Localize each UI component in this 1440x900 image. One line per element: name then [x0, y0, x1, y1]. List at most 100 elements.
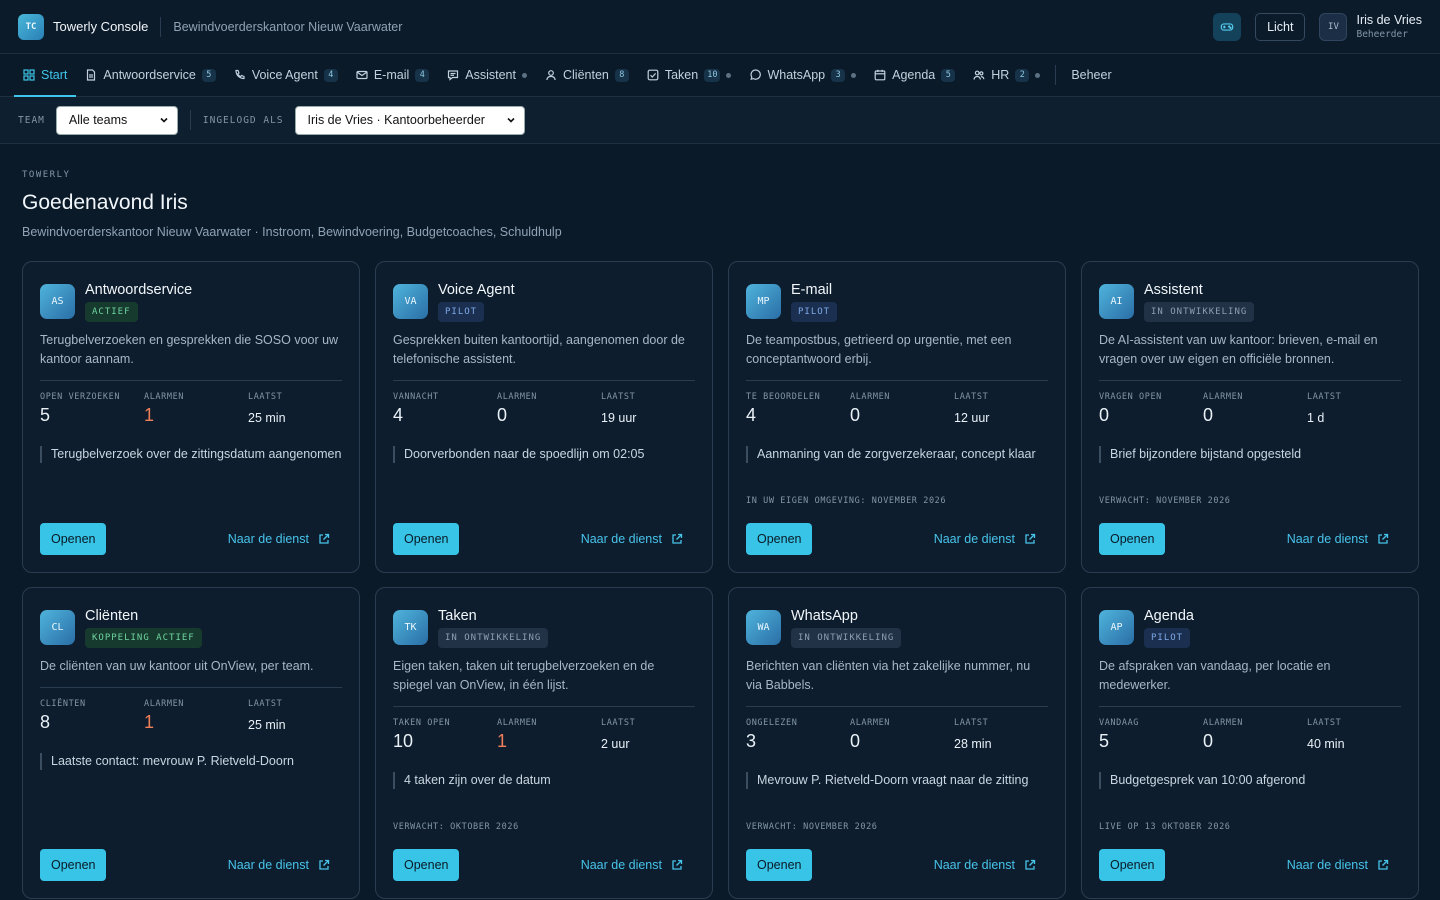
- link-label: Naar de dienst: [227, 858, 309, 872]
- status-badge: ACTIEF: [85, 302, 138, 322]
- divider: [1099, 706, 1401, 707]
- alarm-value: 0: [1203, 731, 1214, 751]
- external-link-icon: [672, 859, 683, 870]
- service-card: AI Assistent IN ONTWIKKELING De AI-assis…: [1081, 261, 1419, 573]
- open-button[interactable]: Openen: [40, 523, 107, 555]
- tab-label: Voice Agent: [251, 68, 318, 82]
- last-label: LAATST: [1307, 718, 1342, 728]
- go-to-service-link[interactable]: Naar de dienst: [581, 858, 683, 872]
- count-badge: 4: [415, 68, 430, 82]
- go-to-service-link[interactable]: Naar de dienst: [228, 858, 330, 872]
- tab-start[interactable]: Start: [14, 54, 77, 97]
- go-to-service-link[interactable]: Naar de dienst: [228, 532, 330, 546]
- stat-label: TAKEN OPEN: [393, 718, 451, 728]
- open-button[interactable]: Openen: [40, 849, 107, 881]
- stat-label: CLIËNTEN: [40, 699, 86, 709]
- external-link-icon: [1378, 533, 1389, 544]
- go-to-service-link[interactable]: Naar de dienst: [934, 532, 1036, 546]
- go-to-service-link[interactable]: Naar de dienst: [1287, 532, 1389, 546]
- main-content: TOWERLY Goedenavond Iris Bewindvoerdersk…: [0, 144, 1440, 899]
- service-card: CL Cliënten KOPPELING ACTIEF De cliënten…: [22, 587, 360, 899]
- team-select[interactable]: Alle teams: [55, 105, 178, 135]
- tab-hr[interactable]: HR 2: [964, 54, 1049, 96]
- login-label: INGELOGD ALS: [202, 114, 284, 126]
- login-as-select[interactable]: Iris de Vries · Kantoorbeheerder: [294, 105, 525, 135]
- service-title: Taken: [438, 608, 477, 624]
- app-logo[interactable]: TC: [18, 13, 44, 40]
- whatsapp-icon: [750, 69, 762, 81]
- service-description: De cliënten van uw kantoor uit OnView, p…: [40, 659, 314, 673]
- status-dot: [1035, 72, 1041, 78]
- service-tile: AS: [40, 284, 75, 319]
- service-card: AP Agenda PILOT De afspraken van vandaag…: [1081, 587, 1419, 899]
- external-link-icon: [672, 533, 683, 544]
- avatar[interactable]: IV: [1319, 12, 1348, 41]
- last-value: 25 min: [248, 411, 286, 425]
- stats-row: VANNACHT 4 ALARMEN 0 LAATST 19 uur: [393, 392, 695, 426]
- divider: [160, 16, 162, 37]
- latest-activity: Brief bijzondere bijstand opgesteld: [1099, 446, 1401, 463]
- link-label: Naar de dienst: [580, 858, 662, 872]
- go-to-service-link[interactable]: Naar de dienst: [581, 532, 683, 546]
- service-description: De AI-assistent van uw kantoor: brieven,…: [1099, 333, 1378, 366]
- service-title: Assistent: [1144, 282, 1203, 298]
- last-label: LAATST: [1307, 392, 1342, 402]
- latest-activity: 4 taken zijn over de datum: [393, 772, 695, 789]
- user-menu[interactable]: Iris de Vries Beheerder: [1356, 12, 1422, 42]
- chevron-down-icon: [160, 117, 168, 123]
- alarm-value: 0: [850, 731, 861, 751]
- chat-icon: [448, 70, 459, 81]
- tab-label: Cliënten: [562, 68, 609, 82]
- open-button[interactable]: Openen: [393, 523, 460, 555]
- app-title[interactable]: Towerly Console: [53, 19, 148, 34]
- tab-antwoordservice[interactable]: Antwoordservice 5: [76, 54, 224, 96]
- alarm-value: 1: [144, 712, 155, 732]
- service-tile: AP: [1099, 610, 1134, 645]
- status-dot: [851, 72, 857, 78]
- stats-row: VANDAAG 5 ALARMEN 0 LAATST 40 min: [1099, 718, 1401, 752]
- open-button[interactable]: Openen: [1099, 849, 1166, 881]
- open-button[interactable]: Openen: [393, 849, 460, 881]
- service-title: Agenda: [1144, 608, 1194, 624]
- stat-value: 5: [1099, 731, 1110, 751]
- external-link-icon: [1025, 533, 1036, 544]
- tab-taken[interactable]: Taken 10: [638, 54, 741, 96]
- tab-agenda[interactable]: Agenda 5: [865, 54, 964, 96]
- go-to-service-link[interactable]: Naar de dienst: [1287, 858, 1389, 872]
- open-button[interactable]: Openen: [746, 523, 813, 555]
- tab-beheer[interactable]: Beheer: [1062, 54, 1120, 96]
- tab-voice-agent[interactable]: Voice Agent 4: [225, 54, 347, 96]
- service-tile: WA: [746, 610, 781, 645]
- theme-toggle-button[interactable]: Licht: [1255, 12, 1306, 41]
- tab-label: Start: [41, 68, 68, 82]
- last-label: LAATST: [248, 392, 283, 402]
- service-card: AS Antwoordservice ACTIEF Terugbelverzoe…: [22, 261, 360, 573]
- alarm-label: ALARMEN: [144, 392, 185, 402]
- alarm-label: ALARMEN: [497, 718, 538, 728]
- service-title: Cliënten: [85, 608, 139, 624]
- eyebrow: TOWERLY: [22, 170, 71, 180]
- alarm-value: 0: [497, 405, 508, 425]
- divider: [393, 380, 695, 381]
- stat-label: OPEN VERZOEKEN: [40, 392, 121, 402]
- tab-clienten[interactable]: Cliënten 8: [536, 54, 638, 96]
- external-link-icon: [1025, 859, 1036, 870]
- stat-label: TE BEOORDELEN: [746, 392, 821, 402]
- tab-assistent[interactable]: Assistent: [438, 54, 536, 96]
- main-nav: Start Antwoordservice 5 Voice Agent 4 E-…: [0, 54, 1440, 97]
- tab-whatsapp[interactable]: WhatsApp 3: [740, 54, 865, 96]
- count-badge: 5: [201, 68, 216, 82]
- open-button[interactable]: Openen: [1099, 523, 1166, 555]
- service-title: E-mail: [791, 282, 833, 298]
- open-button[interactable]: Openen: [746, 849, 813, 881]
- count-badge: 2: [1015, 68, 1030, 82]
- gamepad-icon[interactable]: [1213, 12, 1242, 41]
- go-to-service-link[interactable]: Naar de dienst: [934, 858, 1036, 872]
- latest-activity: Budgetgesprek van 10:00 afgerond: [1099, 772, 1401, 789]
- stat-label: VANDAAG: [1099, 718, 1140, 728]
- document-icon: [87, 69, 96, 81]
- service-tile: CL: [40, 610, 75, 645]
- tab-email[interactable]: E-mail 4: [347, 54, 438, 96]
- stat-value: 4: [746, 405, 757, 425]
- team-select-value: Alle teams: [68, 113, 128, 127]
